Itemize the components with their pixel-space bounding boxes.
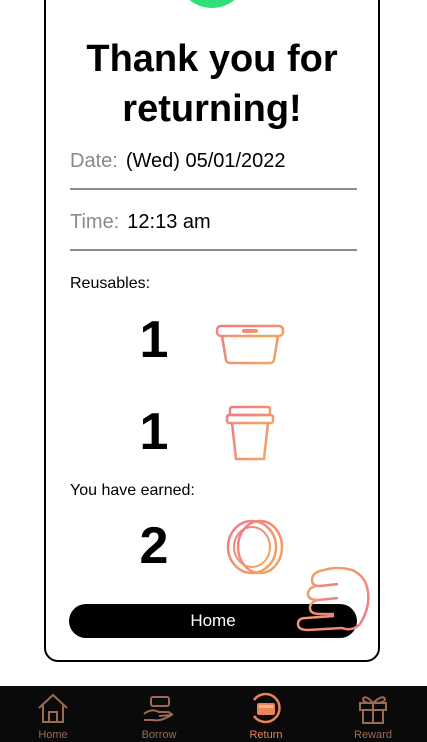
earned-count: 2 <box>139 517 169 575</box>
home-icon <box>35 690 71 731</box>
earned-label: You have earned: <box>70 482 195 499</box>
cup-count: 1 <box>139 403 169 461</box>
tab-reward-label: Reward <box>354 729 392 741</box>
time-divider <box>70 249 357 251</box>
cup-icon <box>224 403 276 468</box>
reusables-label: Reusables: <box>70 275 151 292</box>
return-box-icon <box>248 690 284 731</box>
date-value: (Wed) 05/01/2022 <box>125 150 286 172</box>
page-title: Thank you for returning! <box>86 38 338 130</box>
coins-icon <box>222 518 286 581</box>
tab-return-label: Return <box>249 729 283 741</box>
food-container-icon <box>214 318 286 371</box>
container-count: 1 <box>139 311 169 369</box>
borrow-hand-icon <box>141 690 177 731</box>
pointing-hand-icon <box>294 564 374 641</box>
tab-return[interactable]: Return <box>213 686 319 742</box>
time-field: Time: 12:13 am <box>70 211 357 251</box>
bottom-tab-bar: Home Borrow Return Reward <box>0 686 427 742</box>
date-divider <box>70 188 357 190</box>
tab-reward[interactable]: Reward <box>320 686 426 742</box>
date-label: Date: <box>70 150 118 172</box>
time-value: 12:13 am <box>127 211 211 233</box>
tab-borrow[interactable]: Borrow <box>106 686 212 742</box>
tab-borrow-label: Borrow <box>141 729 177 741</box>
tab-home[interactable]: Home <box>0 686 106 742</box>
time-label: Time: <box>70 211 120 233</box>
gift-icon <box>355 690 391 731</box>
tab-home-label: Home <box>38 729 68 741</box>
date-field: Date: (Wed) 05/01/2022 <box>70 150 357 190</box>
